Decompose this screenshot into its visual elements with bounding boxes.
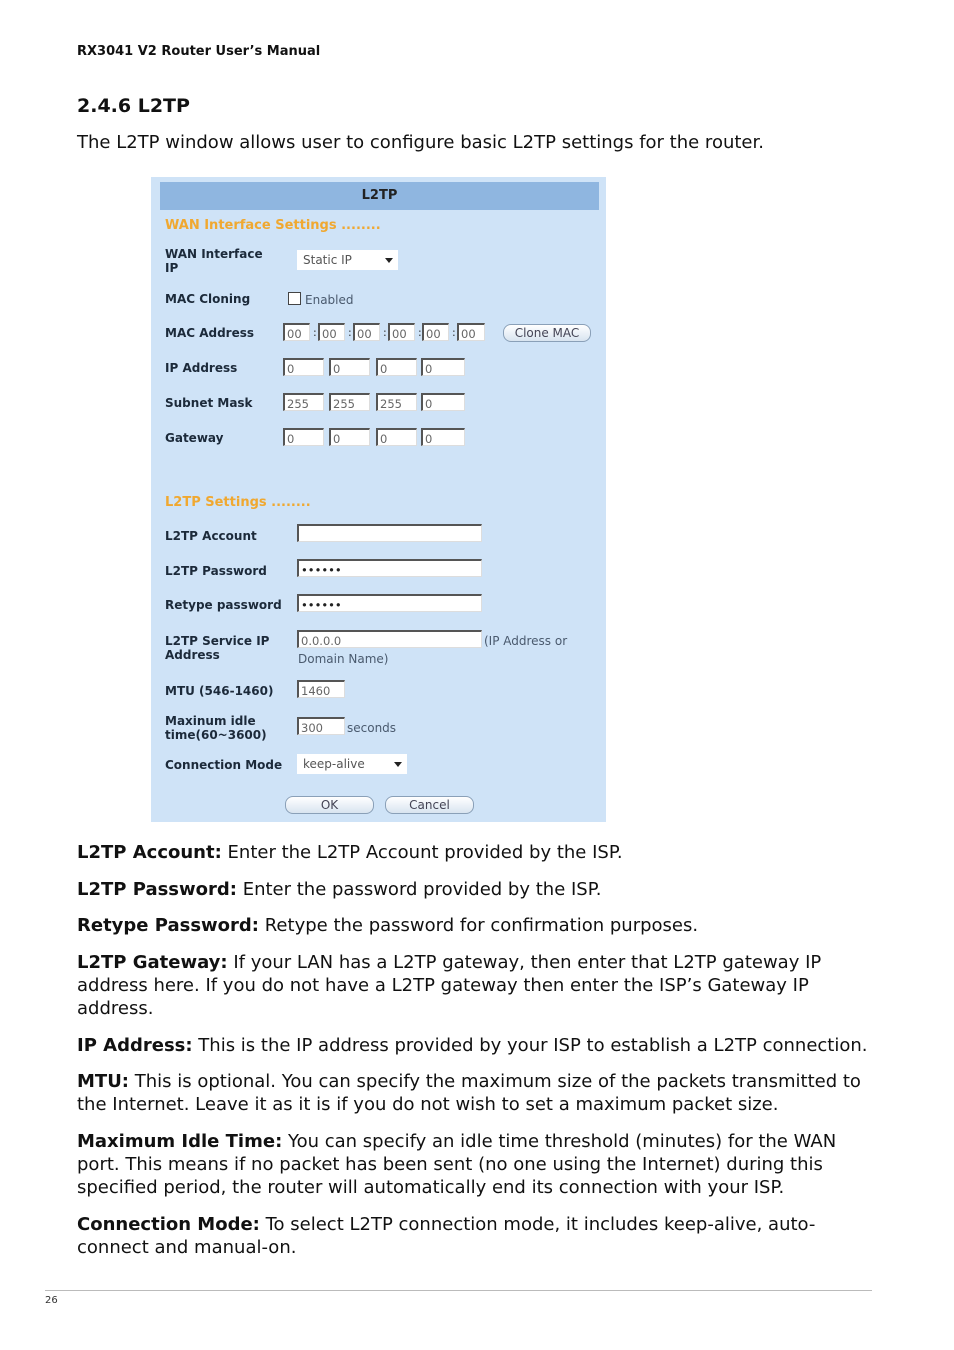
l2tp-settings-panel: L2TP WAN Interface Settings ........ WAN… xyxy=(151,177,606,822)
subnet-octet-1[interactable]: 255 xyxy=(283,393,324,411)
running-header: RX3041 V2 Router User’s Manual xyxy=(77,44,321,59)
l2tp-group-heading: L2TP Settings ........ xyxy=(165,495,311,510)
mac-octet-4[interactable]: 00 xyxy=(388,323,415,341)
chevron-down-icon xyxy=(385,258,393,263)
service-ip-label: L2TP Service IP Address xyxy=(165,634,270,662)
service-ip-note-cont: Domain Name) xyxy=(298,652,389,666)
ip-octet-4[interactable]: 0 xyxy=(421,358,465,376)
desc-mtu: MTU: This is optional. You can specify t… xyxy=(77,1071,861,1115)
password-input[interactable]: •••••• xyxy=(297,559,482,577)
panel-title: L2TP xyxy=(160,182,599,210)
desc-account: L2TP Account: Enter the L2TP Account pro… xyxy=(77,842,623,863)
mac-cloning-checkbox[interactable] xyxy=(288,292,301,305)
mac-separator: : xyxy=(383,326,387,339)
idle-time-label: Maxinum idle time(60~3600) xyxy=(165,714,267,742)
connection-mode-label: Connection Mode xyxy=(165,758,283,772)
retype-password-label: Retype password xyxy=(165,598,282,612)
subnet-octet-3[interactable]: 255 xyxy=(376,393,417,411)
gateway-octet-2[interactable]: 0 xyxy=(329,428,370,446)
subnet-octet-4[interactable]: 0 xyxy=(421,393,465,411)
desc-ip-address: IP Address: This is the IP address provi… xyxy=(77,1035,868,1056)
section-title: 2.4.6 L2TP xyxy=(77,95,190,117)
desc-password: L2TP Password: Enter the password provid… xyxy=(77,879,602,900)
intro-text: The L2TP window allows user to configure… xyxy=(77,132,764,153)
ok-button[interactable]: OK xyxy=(285,796,374,814)
ip-octet-1[interactable]: 0 xyxy=(283,358,324,376)
mac-separator: : xyxy=(452,326,456,339)
ip-octet-3[interactable]: 0 xyxy=(376,358,417,376)
gateway-octet-4[interactable]: 0 xyxy=(421,428,465,446)
mac-address-label: MAC Address xyxy=(165,326,255,340)
desc-connection-mode: Connection Mode: To select L2TP connecti… xyxy=(77,1214,816,1258)
mac-separator: : xyxy=(313,326,317,339)
chevron-down-icon xyxy=(394,762,402,767)
mac-octet-2[interactable]: 00 xyxy=(318,323,345,341)
mac-octet-6[interactable]: 00 xyxy=(457,323,485,341)
mac-octet-5[interactable]: 00 xyxy=(422,323,449,341)
mac-cloning-label: MAC Cloning xyxy=(165,292,251,306)
mac-octet-3[interactable]: 00 xyxy=(353,323,380,341)
ip-address-label: IP Address xyxy=(165,361,238,375)
manual-page: RX3041 V2 Router User’s Manual 2.4.6 L2T… xyxy=(0,0,954,1350)
connection-mode-select[interactable]: keep-alive xyxy=(297,754,407,774)
mac-cloning-option: Enabled xyxy=(305,293,354,307)
gateway-octet-1[interactable]: 0 xyxy=(283,428,324,446)
wan-interface-label: WAN Interface IP xyxy=(165,247,263,275)
ip-octet-2[interactable]: 0 xyxy=(329,358,370,376)
subnet-octet-2[interactable]: 255 xyxy=(329,393,370,411)
idle-time-unit: seconds xyxy=(347,721,397,735)
service-ip-input[interactable]: 0.0.0.0 xyxy=(297,630,482,648)
service-ip-note: (IP Address or xyxy=(484,634,568,648)
mac-separator: : xyxy=(348,326,352,339)
cancel-button[interactable]: Cancel xyxy=(385,796,474,814)
wan-interface-select[interactable]: Static IP xyxy=(297,250,398,270)
retype-password-input[interactable]: •••••• xyxy=(297,594,482,612)
subnet-mask-label: Subnet Mask xyxy=(165,396,253,410)
account-label: L2TP Account xyxy=(165,529,257,543)
desc-idle-time: Maximum Idle Time: You can specify an id… xyxy=(77,1131,837,1198)
footer-divider xyxy=(45,1290,872,1291)
wan-group-heading: WAN Interface Settings ........ xyxy=(165,218,381,233)
mtu-input[interactable]: 1460 xyxy=(297,680,345,698)
page-number: 26 xyxy=(45,1295,58,1306)
desc-retype: Retype Password: Retype the password for… xyxy=(77,915,699,936)
mtu-label: MTU (546-1460) xyxy=(165,684,274,698)
account-input[interactable] xyxy=(297,524,482,542)
mac-octet-1[interactable]: 00 xyxy=(283,323,310,341)
password-label: L2TP Password xyxy=(165,564,267,578)
clone-mac-button[interactable]: Clone MAC xyxy=(503,324,591,342)
gateway-label: Gateway xyxy=(165,431,224,445)
gateway-octet-3[interactable]: 0 xyxy=(376,428,417,446)
idle-time-input[interactable]: 300 xyxy=(297,717,345,735)
desc-gateway: L2TP Gateway: If your LAN has a L2TP gat… xyxy=(77,952,822,1019)
